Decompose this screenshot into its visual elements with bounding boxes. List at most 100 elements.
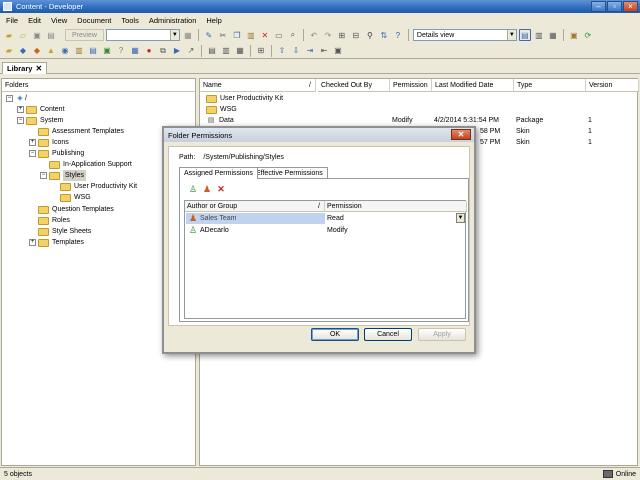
list-item[interactable]: ▤ Data: [206, 115, 234, 126]
glossary-icon[interactable]: ▤: [87, 45, 99, 57]
delete-icon[interactable]: ✕: [259, 29, 271, 41]
outdent-icon[interactable]: ⇤: [318, 45, 330, 57]
tab-library[interactable]: Library ✕: [2, 62, 48, 74]
question-icon[interactable]: ?: [115, 45, 127, 57]
tree-item-style-sheets[interactable]: Style Sheets: [38, 226, 91, 237]
jump-icon[interactable]: ↗: [185, 45, 197, 57]
maximize-button[interactable]: ▫: [607, 1, 622, 12]
add-user-icon[interactable]: ♙: [188, 184, 198, 194]
preview-select[interactable]: ▼: [105, 29, 180, 41]
menu-view[interactable]: View: [51, 16, 67, 25]
move-up-icon[interactable]: ⇧: [276, 45, 288, 57]
column-header-name[interactable]: Name /: [200, 79, 316, 92]
tree-item-icons[interactable]: + Icons: [29, 137, 69, 148]
find-replace-icon[interactable]: ⌕: [287, 29, 299, 41]
rename-icon[interactable]: ▭: [273, 29, 285, 41]
collapse-toggle[interactable]: −: [17, 117, 24, 124]
menu-document[interactable]: Document: [77, 16, 111, 25]
ok-button[interactable]: OK: [311, 328, 359, 341]
chevron-down-icon[interactable]: ▼: [456, 213, 465, 223]
menu-administration[interactable]: Administration: [149, 16, 197, 25]
revert-icon[interactable]: ▦: [234, 45, 246, 57]
tree-item-wsg[interactable]: WSG: [60, 192, 91, 203]
collapse-toggle[interactable]: −: [40, 172, 47, 179]
tree-item-publishing[interactable]: − Publishing: [29, 148, 84, 159]
tree-item-styles[interactable]: − Styles: [40, 170, 87, 181]
cut-icon[interactable]: ✂: [217, 29, 229, 41]
package-icon[interactable]: ▥: [73, 45, 85, 57]
copy-icon[interactable]: ❐: [231, 29, 243, 41]
column-header-version[interactable]: Version: [586, 79, 639, 92]
tree-item-templates[interactable]: + Templates: [29, 237, 84, 248]
properties-icon[interactable]: ▦: [182, 29, 194, 41]
column-header-type[interactable]: Type: [514, 79, 586, 92]
assessment-icon[interactable]: ▦: [129, 45, 141, 57]
list-item[interactable]: WSG: [206, 104, 237, 115]
details-view-icon[interactable]: ▤: [518, 29, 531, 41]
move-down-icon[interactable]: ⇩: [290, 45, 302, 57]
collapse-toggle[interactable]: −: [29, 150, 36, 157]
collapse-icon[interactable]: ⊟: [350, 29, 362, 41]
tree-item-in-application-support[interactable]: In-Application Support: [49, 159, 132, 170]
redo-icon[interactable]: ↷: [322, 29, 334, 41]
indent-icon[interactable]: ⇥: [304, 45, 316, 57]
web-page-icon[interactable]: ◉: [59, 45, 71, 57]
help-icon[interactable]: ?: [392, 29, 404, 41]
tab-assigned-permissions[interactable]: Assigned Permissions: [179, 167, 258, 179]
window-close-button[interactable]: ×: [623, 1, 638, 12]
menu-tools[interactable]: Tools: [121, 16, 139, 25]
publish-icon[interactable]: ▰: [3, 45, 15, 57]
tree-item-content[interactable]: + Content: [17, 104, 65, 115]
dialog-close-button[interactable]: ✕: [451, 129, 471, 140]
layout-icon[interactable]: ▣: [568, 29, 580, 41]
column-header-last-modified[interactable]: Last Modified Date: [432, 79, 514, 92]
list-view-icon[interactable]: ▥: [533, 29, 545, 41]
table-row-adecarlo[interactable]: ♙ ADecarlo: [186, 225, 325, 236]
expand-toggle[interactable]: +: [29, 139, 36, 146]
tree-item-user-productivity-kit[interactable]: User Productivity Kit: [60, 181, 137, 192]
topic-icon[interactable]: ▲: [45, 45, 57, 57]
view-select[interactable]: Details view ▼: [412, 29, 517, 41]
check-in-icon[interactable]: ▤: [206, 45, 218, 57]
sort-icon[interactable]: ⇅: [378, 29, 390, 41]
undo-icon[interactable]: ↶: [308, 29, 320, 41]
binoculars-icon[interactable]: ⚲: [364, 29, 376, 41]
image-icon[interactable]: ▣: [332, 45, 344, 57]
print-icon[interactable]: ▤: [45, 29, 57, 41]
remove-icon[interactable]: ✕: [216, 184, 226, 194]
refresh-icon[interactable]: ⟳: [582, 29, 594, 41]
paste-icon[interactable]: ▥: [245, 29, 257, 41]
close-icon[interactable]: ✕: [35, 64, 42, 73]
column-header-checked-out-by[interactable]: Checked Out By: [318, 79, 390, 92]
tree-item-system[interactable]: − System: [17, 115, 63, 126]
menu-file[interactable]: File: [6, 16, 18, 25]
permission-select[interactable]: Read ▼: [327, 213, 465, 224]
grid-header-permission[interactable]: Permission: [325, 201, 467, 212]
menu-help[interactable]: Help: [206, 16, 221, 25]
add-group-icon[interactable]: ♟: [202, 184, 212, 194]
collapse-toggle[interactable]: −: [6, 95, 13, 102]
link-view-icon[interactable]: ⊞: [255, 45, 267, 57]
table-row-sales-team[interactable]: ♟ Sales Team: [186, 213, 325, 224]
list-item[interactable]: User Productivity Kit: [206, 93, 283, 104]
check-out-icon[interactable]: ▥: [220, 45, 232, 57]
open-icon[interactable]: ▱: [17, 29, 29, 41]
link-icon[interactable]: ⧉: [157, 45, 169, 57]
new-folder-icon[interactable]: ▰: [3, 29, 15, 41]
preview-button[interactable]: Preview: [65, 29, 104, 41]
menu-edit[interactable]: Edit: [28, 16, 41, 25]
tile-view-icon[interactable]: ▦: [547, 29, 559, 41]
expand-toggle[interactable]: +: [17, 106, 24, 113]
edit-icon[interactable]: ✎: [203, 29, 215, 41]
tree-item-roles[interactable]: Roles: [38, 215, 70, 226]
section-icon[interactable]: ◆: [31, 45, 43, 57]
column-header-permission[interactable]: Permission: [390, 79, 432, 92]
module-icon[interactable]: ◆: [17, 45, 29, 57]
role-icon[interactable]: ▣: [101, 45, 113, 57]
grid-header-author[interactable]: Author or Group /: [185, 201, 325, 212]
expand-toggle[interactable]: +: [29, 239, 36, 246]
expand-icon[interactable]: ⊞: [336, 29, 348, 41]
tree-item-question-templates[interactable]: Question Templates: [38, 204, 114, 215]
tree-item-assessment-templates[interactable]: Assessment Templates: [38, 126, 124, 137]
cancel-button[interactable]: Cancel: [364, 328, 412, 341]
